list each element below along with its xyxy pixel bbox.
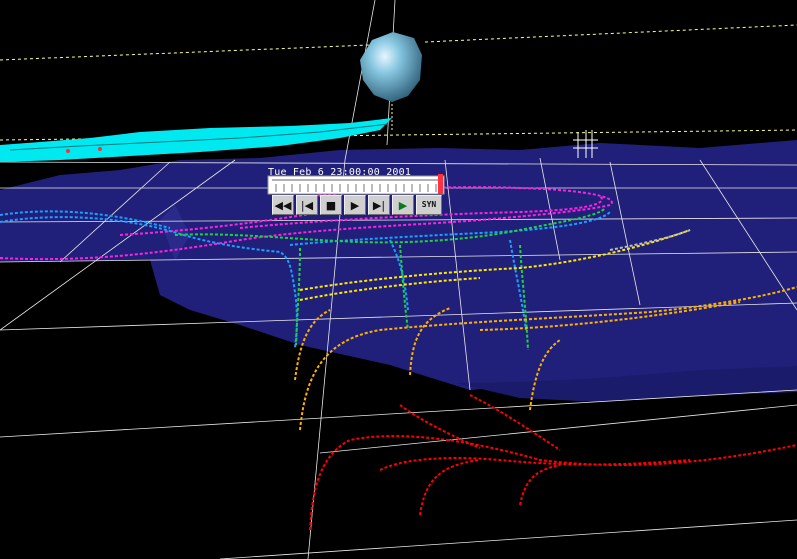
animate-forward-icon: ▶: [398, 198, 408, 212]
step-forward-icon: ▶|: [372, 198, 386, 212]
3d-viewport[interactable]: [0, 0, 797, 559]
sync-icon: SYN: [421, 200, 437, 209]
trajectory-red: [309, 394, 797, 531]
animate-forward-button[interactable]: ▶: [392, 195, 414, 215]
play-icon: ▶: [350, 198, 360, 212]
animation-timestamp: Tue Feb 6 23:00:00 2001: [268, 167, 412, 178]
probe-sphere[interactable]: [360, 32, 422, 132]
fast-rewind-button[interactable]: ◀◀: [272, 195, 294, 215]
play-button[interactable]: ▶: [344, 195, 366, 215]
animation-controls: ◀◀ |◀ ■ ▶ ▶| ▶ SYN: [270, 194, 445, 218]
sync-button[interactable]: SYN: [416, 195, 442, 215]
step-back-button[interactable]: |◀: [296, 195, 318, 215]
stop-icon: ■: [325, 198, 337, 212]
fast-rewind-icon: ◀◀: [274, 198, 292, 212]
stop-button[interactable]: ■: [320, 195, 342, 215]
step-forward-button[interactable]: ▶|: [368, 195, 390, 215]
step-back-icon: |◀: [300, 198, 314, 212]
